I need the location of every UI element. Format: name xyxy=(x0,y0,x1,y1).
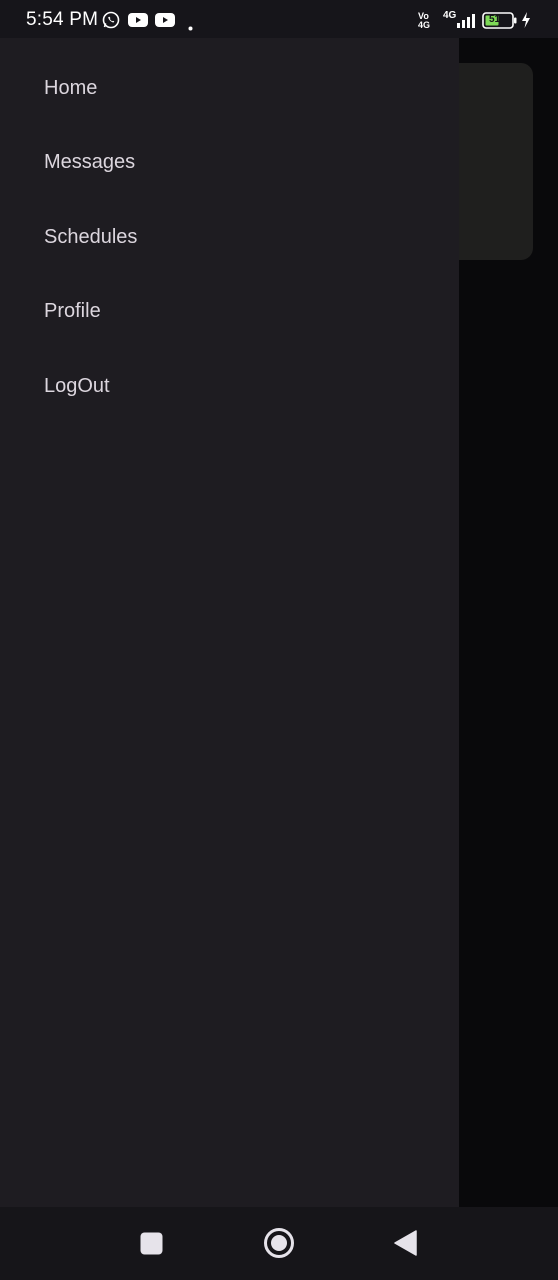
drawer-item-profile[interactable]: Profile xyxy=(44,300,101,323)
signal-strength-icon xyxy=(456,12,476,33)
youtube-icon xyxy=(155,13,175,32)
drawer-item-schedules[interactable]: Schedules xyxy=(44,226,137,249)
sim2-network-label: 4G xyxy=(443,10,457,21)
navigation-drawer: Home Messages Schedules Profile LogOut xyxy=(0,38,459,1207)
charging-bolt-icon xyxy=(521,12,531,33)
whatsapp-icon xyxy=(102,11,120,34)
sim1-volte-label: Vo 4G xyxy=(418,11,431,30)
drawer-item-messages[interactable]: Messages xyxy=(44,151,135,174)
status-bar: 5:54 PM Vo 4G 4G 51 xyxy=(0,0,558,38)
youtube-icon xyxy=(128,13,148,32)
status-time: 5:54 PM xyxy=(26,9,99,30)
drawer-item-home[interactable]: Home xyxy=(44,77,97,100)
home-circle-icon[interactable] xyxy=(263,1227,295,1264)
drawer-item-logout[interactable]: LogOut xyxy=(44,375,110,398)
screen: 5:54 PM Vo 4G 4G 51 Home Messages Schedu… xyxy=(0,0,558,1280)
battery-level: 51 xyxy=(489,14,501,25)
more-notifications-dot-icon xyxy=(188,18,193,36)
back-triangle-icon[interactable] xyxy=(394,1230,418,1261)
recents-square-icon[interactable] xyxy=(140,1232,163,1260)
system-navigation-bar xyxy=(0,1207,558,1280)
